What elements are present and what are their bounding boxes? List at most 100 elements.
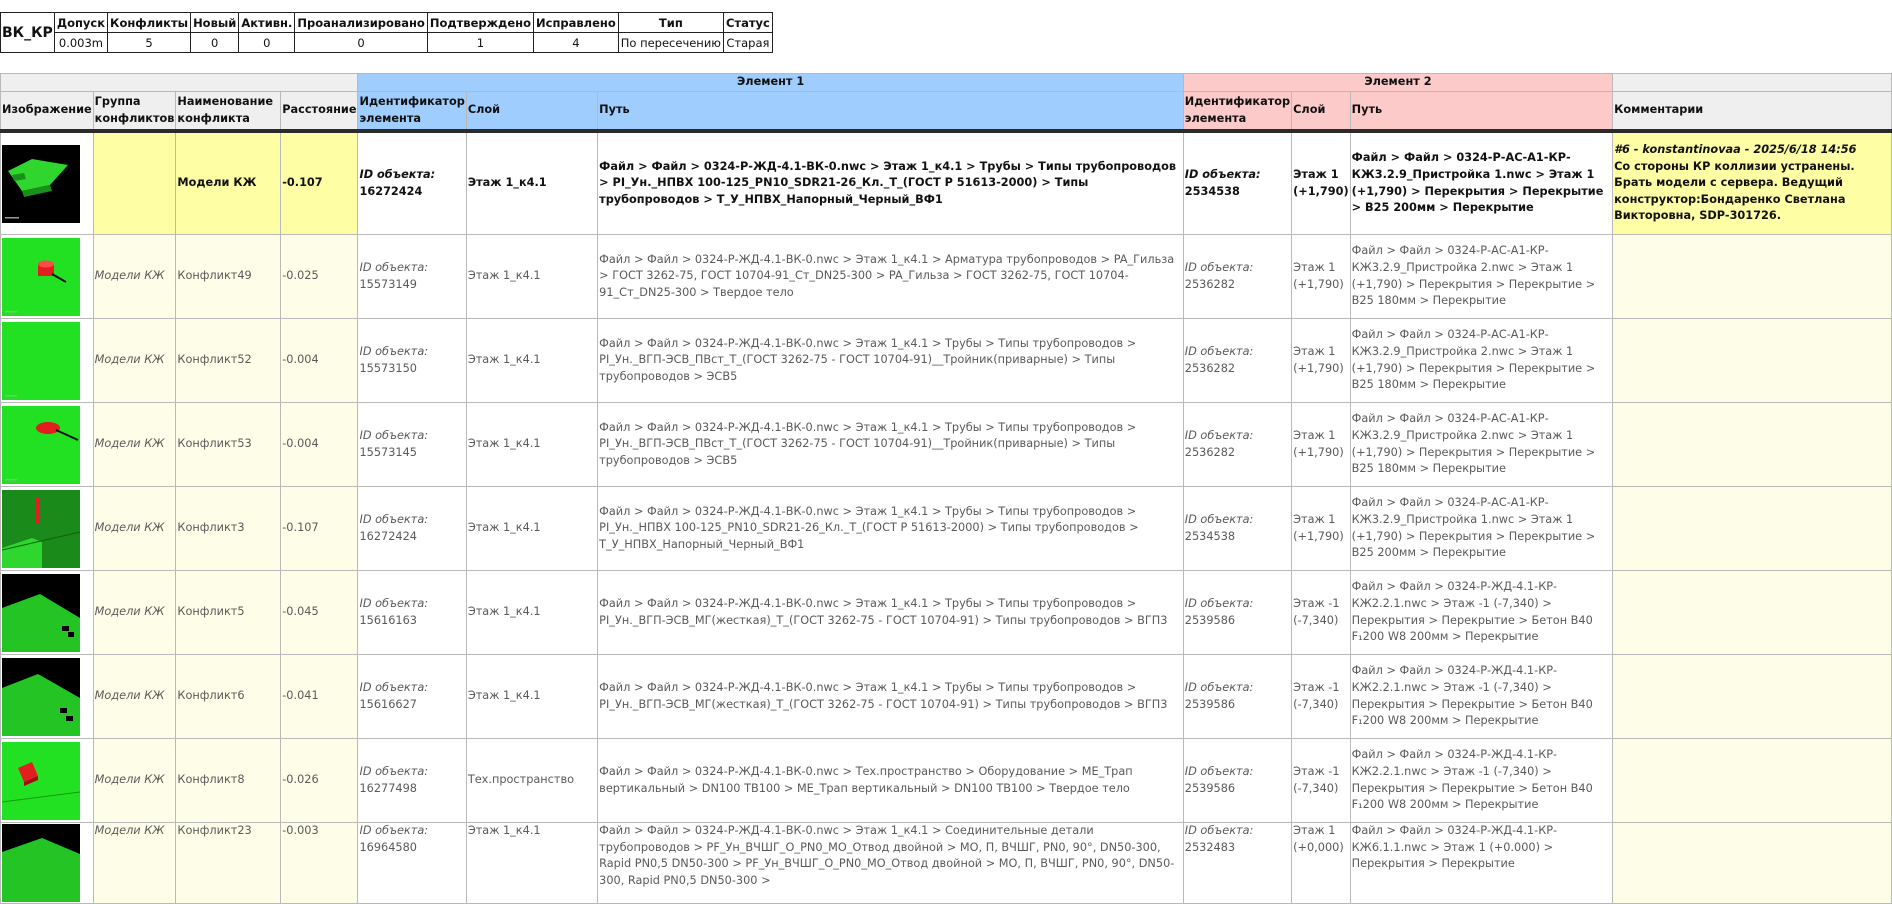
conflict-distance: -0.107 — [280, 130, 359, 235]
comment-cell — [1612, 822, 1892, 904]
element1-layer: Тех.пространство — [465, 738, 599, 823]
col-path1: Путь — [597, 91, 1184, 133]
table-row[interactable]: Модели КЖ Конфликт52 -0.004 ID объекта: 1… — [0, 318, 1892, 403]
element1-id: ID объекта: 16272424 — [357, 130, 467, 235]
clash-thumbnail[interactable] — [0, 654, 94, 739]
conflict-distance: -0.041 — [280, 654, 359, 739]
element1-path: Файл > Файл > 0324-Р-ЖД-4.1-ВК-0.nwc > Э… — [597, 822, 1184, 904]
element2-id-value: 2539586 — [1184, 781, 1236, 795]
id-label: ID объекта: — [1184, 167, 1261, 181]
element2-id: ID объекта: 2534538 — [1182, 130, 1293, 235]
conflict-name: Конфликт53 — [175, 402, 282, 487]
id-label: ID объекта: — [359, 824, 429, 837]
element2-id-value: 2534538 — [1184, 184, 1240, 198]
clash-thumbnail[interactable] — [0, 318, 94, 403]
table-row[interactable]: Модели КЖ Конфликт53 -0.004 ID объекта: 1… — [0, 402, 1892, 487]
clash-thumbnail[interactable] — [0, 486, 94, 571]
summary-header-row: ВК_КР Допуск Конфликты Новый Активн. Про… — [0, 12, 773, 53]
table-row[interactable]: Модели КЖ Конфликт23 -0.003 ID объекта: 1… — [0, 822, 1892, 904]
element2-path: Файл > Файл > 0324-Р-ЖД-4.1-КР-КЖ2.2.1.n… — [1349, 570, 1614, 655]
id-label: ID объекта: — [359, 764, 429, 778]
clash-thumbnail-image — [2, 405, 80, 484]
element2-path: Файл > Файл > 0324-Р-АС-А1-КР-КЖ3.2.9_Пр… — [1349, 318, 1614, 403]
element2-id: ID объекта: 2539586 — [1182, 738, 1293, 823]
id-label: ID объекта: — [359, 167, 436, 181]
col-id2: Идентификатор элемента — [1182, 91, 1293, 133]
column-header-row: Изображение Группа конфликтов Наименован… — [0, 91, 1892, 133]
element1-id: ID объекта: 16277498 — [357, 738, 467, 823]
summary-header: Новый — [190, 12, 240, 33]
element1-layer: Этаж 1_к4.1 — [465, 318, 599, 403]
element2-id: ID объекта: 2536282 — [1182, 318, 1293, 403]
comment-cell — [1612, 486, 1892, 571]
id-label: ID объекта: — [359, 428, 429, 442]
group-header-row: Элемент 1 Элемент 2 — [0, 73, 1892, 92]
clash-thumbnail[interactable] — [0, 402, 94, 487]
summary-header: Подтверждено — [426, 12, 535, 33]
summary-value: По пересечению — [617, 32, 724, 53]
element1-id-value: 16272424 — [359, 184, 423, 198]
element1-layer: Этаж 1_к4.1 — [465, 130, 599, 235]
conflict-name: Конфликт23 — [175, 822, 282, 904]
element1-path: Файл > Файл > 0324-Р-ЖД-4.1-ВК-0.nwc > Э… — [597, 234, 1184, 319]
element1-id: ID объекта: 16964580 — [357, 822, 467, 904]
element2-path: Файл > Файл > 0324-Р-АС-А1-КР-КЖ3.2.9_Пр… — [1349, 402, 1614, 487]
element2-id-value: 2534538 — [1184, 529, 1236, 543]
element2-path: Файл > Файл > 0324-Р-ЖД-4.1-КР-КЖ2.2.1.n… — [1349, 654, 1614, 739]
element1-id: ID объекта: 16272424 — [357, 486, 467, 571]
clash-thumbnail[interactable] — [0, 570, 94, 655]
comment-cell — [1612, 738, 1892, 823]
element1-id: ID объекта: 15616627 — [357, 654, 467, 739]
element2-id: ID объекта: 2536282 — [1182, 402, 1293, 487]
comment-cell — [1612, 570, 1892, 655]
element2-path: Файл > Файл > 0324-Р-АС-А1-КР-КЖ3.2.9_Пр… — [1349, 486, 1614, 571]
summary-value: 0.003m — [53, 32, 109, 53]
table-row[interactable]: Модели КЖ Конфликт3 -0.107 ID объекта: 16… — [0, 486, 1892, 571]
conflict-group: Модели КЖ — [92, 318, 177, 403]
col-name: Наименование конфликта — [175, 91, 282, 133]
element1-path: Файл > Файл > 0324-Р-ЖД-4.1-ВК-0.nwc > Э… — [597, 402, 1184, 487]
id-label: ID объекта: — [1184, 512, 1254, 526]
table-row[interactable]: Модели КЖ Конфликт49 -0.025 ID объекта: 1… — [0, 234, 1892, 319]
summary-header: Активн. — [238, 12, 296, 33]
table-row[interactable]: Модели КЖ Конфликт6 -0.041 ID объекта: 15… — [0, 654, 1892, 739]
comment-cell — [1612, 654, 1892, 739]
table-row[interactable]: Модели КЖ Конфликт8 -0.026 ID объекта: 16… — [0, 738, 1892, 823]
conflict-group: Модели КЖ — [92, 822, 177, 904]
id-label: ID объекта: — [1184, 596, 1254, 610]
col-image: Изображение — [0, 91, 94, 133]
element2-id: ID объекта: 2536282 — [1182, 234, 1293, 319]
element1-id-value: 15616163 — [359, 613, 417, 627]
summary-value: Старая — [722, 32, 773, 53]
element2-layer: Этаж -1 (-7,340) — [1291, 654, 1351, 739]
element2-path: Файл > Файл > 0324-Р-ЖД-4.1-КР-КЖ2.2.1.n… — [1349, 738, 1614, 823]
element2-layer: Этаж 1 (+1,790) — [1291, 402, 1351, 487]
clash-thumbnail[interactable] — [0, 234, 94, 319]
test-summary-table: ВК_КР Допуск Конфликты Новый Активн. Про… — [0, 12, 773, 53]
id-label: ID объекта: — [359, 260, 429, 274]
element1-id: ID объекта: 15616163 — [357, 570, 467, 655]
element1-layer: Этаж 1_к4.1 — [465, 402, 599, 487]
conflict-name: Конфликт3 — [175, 486, 282, 571]
id-label: ID объекта: — [1184, 824, 1254, 837]
clash-thumbnail-image — [2, 237, 80, 316]
clash-thumbnail[interactable] — [0, 130, 94, 235]
id-label: ID объекта: — [1184, 428, 1254, 442]
group-header-blank — [1612, 73, 1892, 92]
comment-cell — [1612, 402, 1892, 487]
clash-thumbnail-image — [2, 824, 80, 902]
element2-id: ID объекта: 2539586 — [1182, 570, 1293, 655]
clash-thumbnail[interactable] — [0, 822, 94, 904]
table-row[interactable]: Модели КЖ -0.107 ID объекта: 16272424 Эта… — [0, 130, 1892, 235]
clash-report-table: Элемент 1 Элемент 2 Изображение Группа к… — [0, 73, 1892, 904]
comment-body: Со стороны КР коллизии устранены. Брать … — [1614, 159, 1855, 223]
conflict-group: Модели КЖ — [92, 738, 177, 823]
clash-thumbnail-image — [2, 321, 80, 400]
conflict-name: Конфликт6 — [175, 654, 282, 739]
summary-value: 4 — [533, 32, 619, 53]
clash-thumbnail[interactable] — [0, 738, 94, 823]
col-group: Группа конфликтов — [92, 91, 177, 133]
table-row[interactable]: Модели КЖ Конфликт5 -0.045 ID объекта: 15… — [0, 570, 1892, 655]
conflict-name: Конфликт5 — [175, 570, 282, 655]
id-label: ID объекта: — [1184, 764, 1254, 778]
